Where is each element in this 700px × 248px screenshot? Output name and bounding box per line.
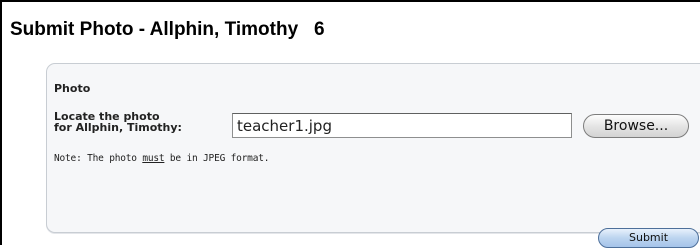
page-title: Submit Photo - Allphin, Timothy 6	[10, 19, 325, 40]
window: Submit Photo - Allphin, Timothy 6 Photo …	[0, 0, 700, 248]
submit-button[interactable]: Submit	[598, 228, 699, 248]
format-note-text-after: be in JPEG format.	[164, 153, 270, 164]
browse-button[interactable]: Browse...	[583, 114, 689, 138]
photo-file-input[interactable]	[232, 113, 572, 138]
panel-heading: Photo	[54, 82, 91, 95]
photo-panel	[46, 63, 700, 233]
photo-field-label: Locate the photo for Allphin, Timothy:	[54, 111, 229, 133]
photo-field-label-line2: for Allphin, Timothy:	[54, 121, 182, 134]
format-note: Note: The photo must be in JPEG format.	[54, 153, 269, 164]
format-note-text-before: Note: The photo	[54, 153, 143, 164]
format-note-emphasis: must	[142, 153, 165, 164]
